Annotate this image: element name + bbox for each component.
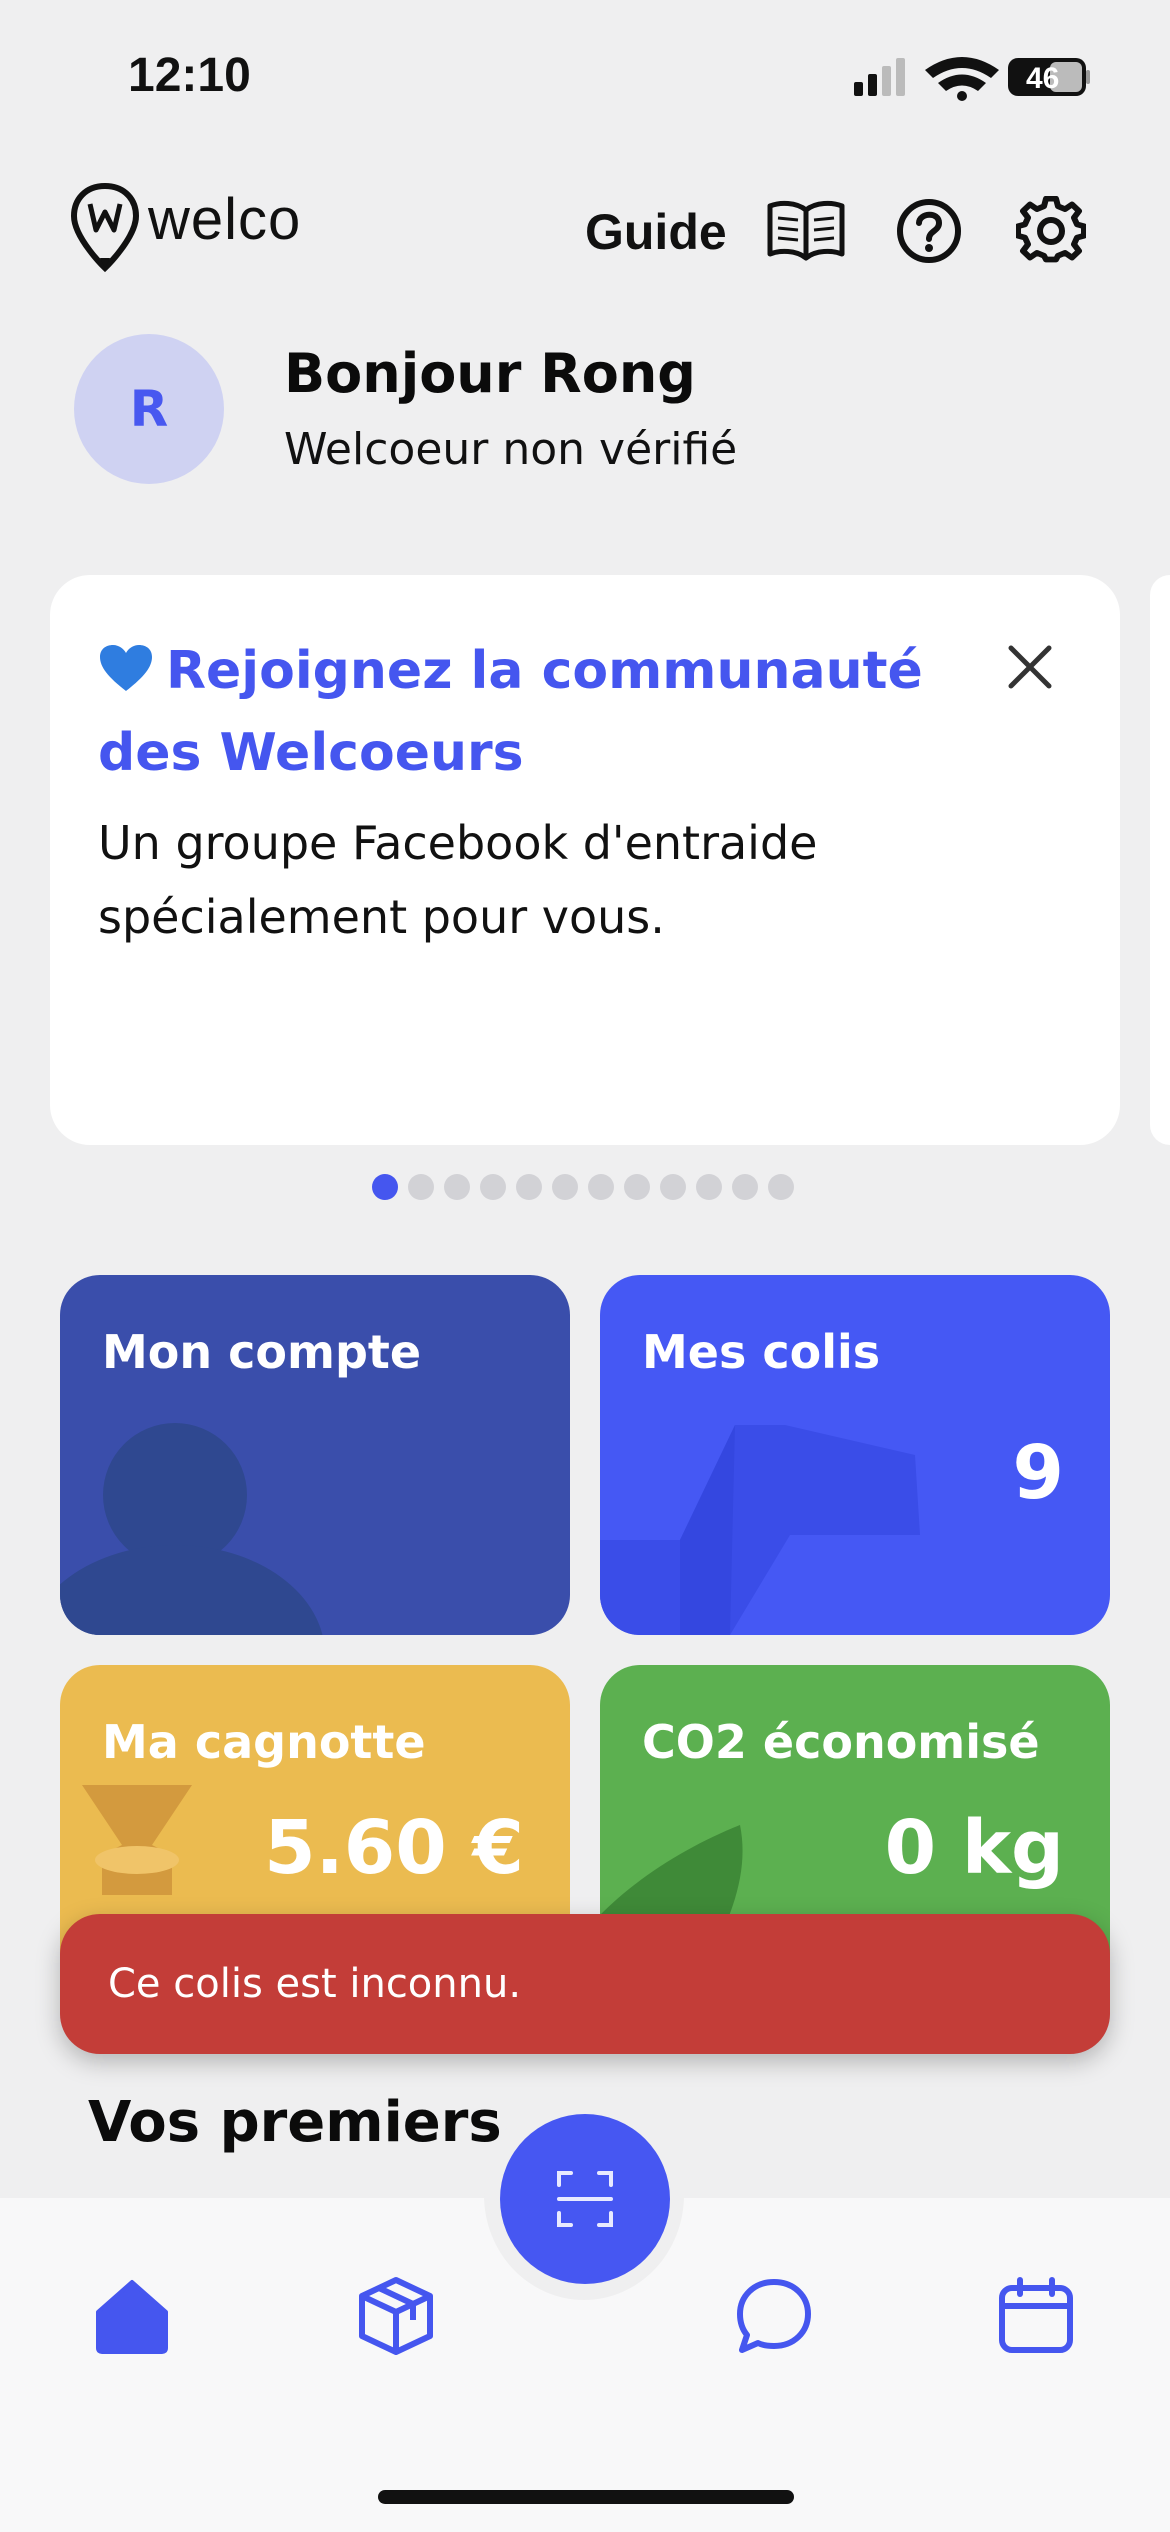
home-icon[interactable] — [92, 2276, 172, 2356]
verification-status: Welcoeur non vérifié — [284, 424, 738, 475]
carousel-dot[interactable] — [768, 1174, 794, 1200]
carousel-dot[interactable] — [444, 1174, 470, 1200]
tile-account[interactable]: Mon compte — [60, 1275, 570, 1635]
home-indicator — [378, 2490, 794, 2504]
tile-account-title: Mon compte — [102, 1325, 422, 1379]
box-icon[interactable] — [356, 2276, 436, 2356]
status-icons: 46 — [854, 57, 1090, 101]
book-icon[interactable] — [766, 198, 846, 262]
close-icon[interactable] — [1003, 640, 1057, 694]
tile-parcels-title: Mes colis — [642, 1325, 881, 1379]
avatar[interactable]: R — [74, 334, 224, 484]
tile-wallet-title: Ma cagnotte — [102, 1715, 426, 1769]
tile-parcels[interactable]: Mes colis 9 — [600, 1275, 1110, 1635]
gear-icon[interactable] — [1016, 196, 1086, 266]
carousel-dot[interactable] — [516, 1174, 542, 1200]
scan-icon — [557, 2171, 613, 2227]
guide-button[interactable]: Guide — [585, 203, 727, 261]
greeting: Bonjour Rong — [284, 342, 696, 405]
tile-parcels-count: 9 — [1012, 1430, 1065, 1516]
battery-level: 46 — [1026, 62, 1059, 95]
tile-co2-amount: 0 kg — [884, 1805, 1064, 1891]
carousel-pagination[interactable] — [372, 1174, 794, 1200]
help-icon[interactable] — [896, 198, 962, 264]
carousel-dot[interactable] — [732, 1174, 758, 1200]
scan-button[interactable] — [500, 2114, 670, 2284]
wifi-icon — [925, 57, 999, 101]
promo-description: Un groupe Facebook d'entraide spécialeme… — [98, 816, 818, 944]
chat-icon[interactable] — [734, 2276, 814, 2356]
carousel-dot[interactable] — [660, 1174, 686, 1200]
carousel-dot[interactable] — [480, 1174, 506, 1200]
battery-icon: 46 — [1008, 58, 1090, 96]
carousel-dot[interactable] — [624, 1174, 650, 1200]
heart-icon — [100, 645, 152, 691]
carousel-dot[interactable] — [588, 1174, 614, 1200]
logo-text: welco — [148, 187, 302, 252]
carousel-dot[interactable] — [696, 1174, 722, 1200]
promo-title-text: Rejoignez la communauté des Welcoeurs — [98, 641, 923, 783]
calendar-icon[interactable] — [996, 2276, 1076, 2356]
carousel-dot[interactable] — [372, 1174, 398, 1200]
error-toast[interactable]: Ce colis est inconnu. — [60, 1914, 1110, 2054]
carousel-dot[interactable] — [552, 1174, 578, 1200]
person-icon — [60, 1423, 323, 1635]
tile-wallet-amount: 5.60 € — [264, 1805, 524, 1891]
promo-title: Rejoignez la communauté des Welcoeurs — [98, 630, 958, 794]
carousel-dot[interactable] — [408, 1174, 434, 1200]
promo-card-next[interactable] — [1150, 575, 1170, 1145]
status-time: 12:10 — [128, 49, 251, 102]
tile-co2-title: CO2 économisé — [642, 1715, 1040, 1769]
signal-icon — [854, 58, 905, 96]
